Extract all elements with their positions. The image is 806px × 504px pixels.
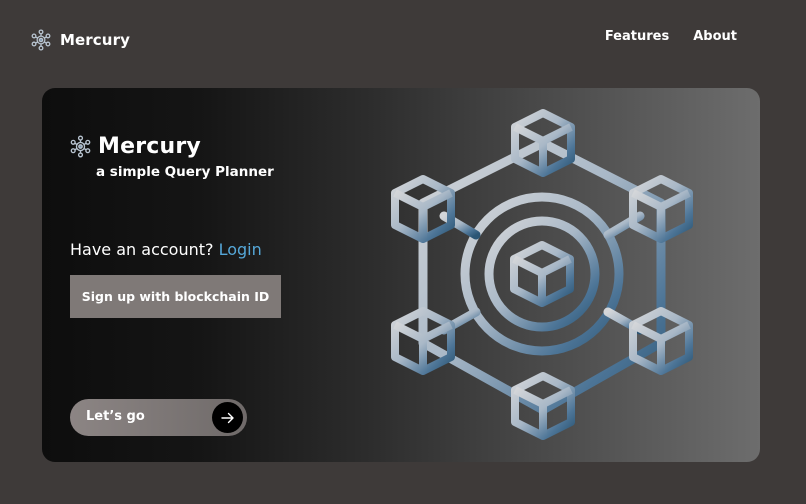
lets-go-button[interactable]: Let’s go — [70, 399, 247, 436]
hero-title-row: Mercury — [69, 134, 201, 159]
hero-subtitle: a simple Query Planner — [96, 164, 274, 180]
gear-cluster-logo-icon — [70, 135, 91, 158]
account-prompt-text: Have an account? — [70, 240, 214, 259]
brand-name: Mercury — [60, 31, 130, 49]
hero-title: Mercury — [98, 134, 201, 159]
blockchain-network-icon — [391, 109, 693, 440]
top-navigation-bar: Mercury Features About — [0, 0, 806, 80]
brand-logo-link[interactable]: Mercury — [30, 28, 130, 52]
signup-blockchain-button[interactable]: Sign up with blockchain ID — [70, 275, 281, 318]
login-link[interactable]: Login — [219, 240, 262, 259]
account-prompt: Have an account? Login — [70, 240, 262, 259]
nav-link-about[interactable]: About — [693, 29, 737, 44]
arrow-right-icon — [212, 402, 243, 433]
main-nav: Features About — [605, 29, 737, 44]
gear-cluster-logo-icon — [31, 29, 51, 51]
hero-card: Mercury a simple Query Planner Have an a… — [42, 88, 760, 462]
nav-link-features[interactable]: Features — [605, 29, 669, 44]
lets-go-label: Let’s go — [86, 409, 145, 424]
